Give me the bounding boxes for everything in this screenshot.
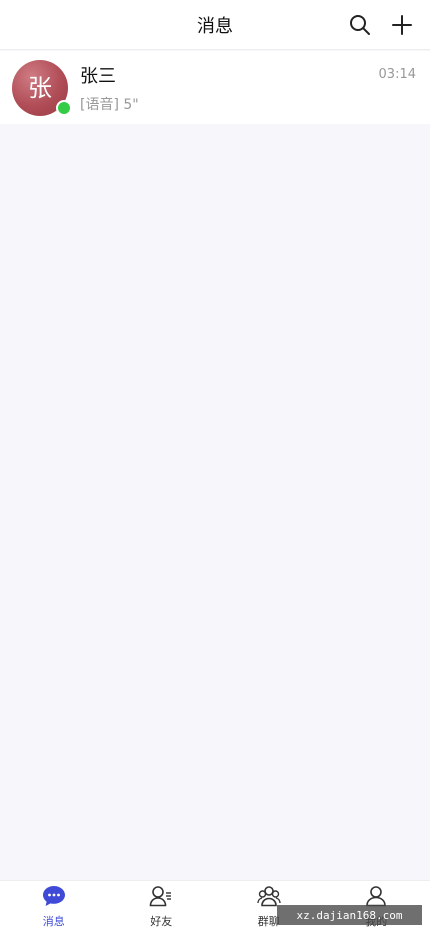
- online-status-dot: [56, 99, 72, 116]
- avatar-letter: 张: [28, 73, 52, 102]
- friends-icon: [149, 885, 173, 911]
- conversation-list: 张 张三 [语音] 5" 03:14: [0, 51, 430, 124]
- tab-label: 消息: [42, 914, 65, 928]
- watermark: xz.dajian168.com: [277, 905, 422, 925]
- conversation-body: 张三 [语音] 5": [80, 62, 416, 114]
- avatar[interactable]: 张: [12, 59, 72, 116]
- header-actions: [348, 0, 414, 50]
- tab-label: 好友: [150, 914, 173, 928]
- search-icon[interactable]: [348, 13, 372, 37]
- chat-bubble-icon: [42, 885, 66, 911]
- conversation-item[interactable]: 张 张三 [语音] 5" 03:14: [0, 51, 430, 124]
- last-message-preview: [语音] 5": [80, 96, 139, 113]
- plus-icon[interactable]: [390, 13, 414, 37]
- page-title: 消息: [197, 15, 233, 37]
- tab-friends[interactable]: 好友: [121, 881, 201, 932]
- tab-messages[interactable]: 消息: [14, 881, 94, 932]
- contact-name: 张三: [80, 65, 116, 87]
- message-timestamp: 03:14: [378, 67, 416, 82]
- top-nav-bar: 消息: [0, 0, 430, 50]
